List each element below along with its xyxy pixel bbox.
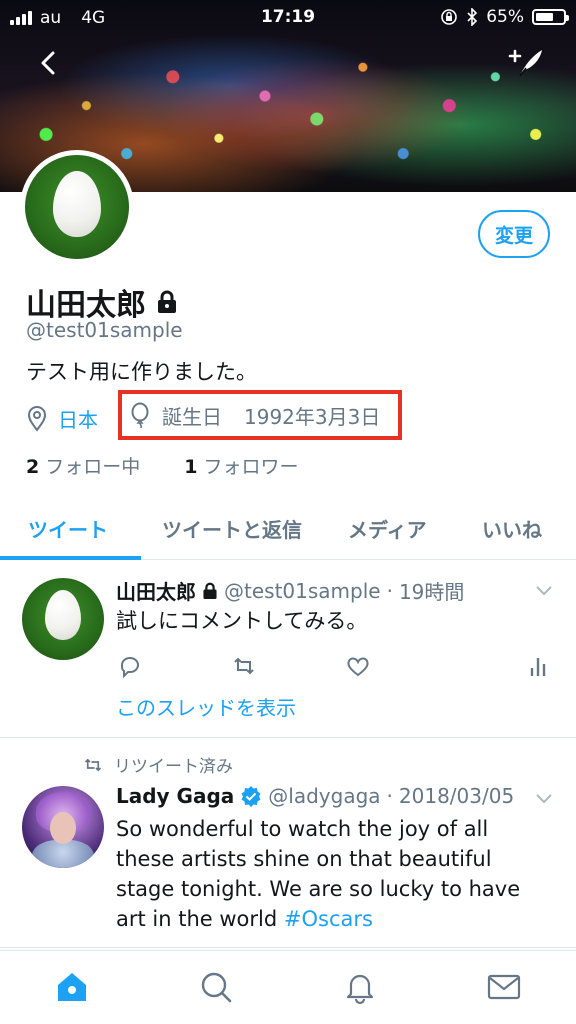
tweet-time: 19時間 <box>398 580 465 604</box>
tweet-avatar[interactable] <box>22 786 104 868</box>
follow-stats: 2 フォロー中 1 フォロワー <box>26 452 299 479</box>
tweet-text: So wonderful to watch the joy of all the… <box>116 814 556 934</box>
tweet-text-line: So wonderful to watch the joy of all <box>116 817 489 841</box>
orientation-lock-icon <box>441 9 458 25</box>
tweet-author-handle: @test01sample <box>224 578 381 603</box>
profile-avatar[interactable] <box>20 150 134 264</box>
following-count: 2 <box>26 456 40 478</box>
bottom-tab-bar <box>0 950 576 1024</box>
tweet-separator: · <box>386 578 393 603</box>
tweet-author-handle: @ladygaga <box>268 784 381 808</box>
hashtag-link[interactable]: #Oscars <box>284 907 373 931</box>
tab-tweets-and-replies[interactable]: ツイートと返信 <box>162 514 302 543</box>
status-bar: au 4G 17:19 65% <box>0 0 576 36</box>
egg-image <box>45 590 81 640</box>
following-link[interactable]: 2 フォロー中 <box>26 452 140 479</box>
tweet-text-line: art in the world <box>116 907 284 931</box>
protected-lock-icon <box>203 582 217 599</box>
tweet-item[interactable]: リツイート済み Lady Gaga @ladygaga · 2018/03/05… <box>0 740 576 948</box>
avatar-face <box>50 812 76 844</box>
battery-icon <box>532 9 569 25</box>
followers-label: フォロワー <box>203 456 299 478</box>
followers-count: 1 <box>184 456 198 478</box>
tab-media[interactable]: メディア <box>348 514 427 543</box>
profile-tabs: ツイート ツイートと返信 メディア いいね <box>0 500 576 560</box>
tweet-author-name: 山田太郎 <box>116 580 196 604</box>
edit-profile-button[interactable]: 変更 <box>478 210 550 258</box>
tweet-text-line: these artists shine on that beautiful <box>116 847 492 871</box>
location: 日本 <box>26 404 98 433</box>
retweeted-label: リツイート済み <box>114 757 233 777</box>
active-tab-indicator <box>0 556 141 560</box>
tweet-actions <box>116 652 556 680</box>
tweet-time: 2018/03/05 <box>398 784 515 808</box>
battery-percent: 65% <box>486 7 524 27</box>
location-pin-icon <box>27 405 47 432</box>
tweet-separator: · <box>386 784 393 808</box>
like-heart-icon[interactable] <box>344 652 372 680</box>
bluetooth-icon <box>467 8 478 26</box>
retweeted-indicator: リツイート済み <box>82 752 233 777</box>
status-right: 65% <box>440 7 569 27</box>
protected-lock-icon <box>158 290 176 313</box>
birthday-highlight-box: 誕生日 1992年3月3日 <box>118 390 402 440</box>
followers-link[interactable]: 1 フォロワー <box>184 452 298 479</box>
tweet-text: 試しにコメントしてみる。 <box>116 609 368 633</box>
show-thread-link[interactable]: このスレッドを表示 <box>116 692 296 721</box>
egg-image <box>53 171 101 237</box>
reply-icon[interactable] <box>116 652 144 680</box>
balloon-icon <box>131 402 149 428</box>
battery-level <box>536 13 553 21</box>
analytics-icon[interactable] <box>524 652 552 680</box>
profile-handle: @test01sample <box>26 318 183 342</box>
search-icon[interactable] <box>198 969 234 1005</box>
back-arrow-icon[interactable] <box>34 48 64 78</box>
retweet-icon[interactable] <box>230 652 258 680</box>
avatar-dress <box>32 840 94 868</box>
tweet-text-line-last: art in the world #Oscars <box>116 904 556 934</box>
birthday-label: 誕生日 <box>162 404 222 429</box>
birthday-value: 1992年3月3日 <box>244 404 381 429</box>
location-link[interactable]: 日本 <box>58 404 98 433</box>
tweet-text-line: stage tonight. We are so lucky to have <box>116 877 521 901</box>
chevron-down-icon[interactable] <box>534 584 554 598</box>
home-icon[interactable] <box>54 969 90 1005</box>
tweet-header: Lady Gaga @ladygaga · 2018/03/05 <box>116 784 514 808</box>
profile-bio: テスト用に作りました。 <box>26 360 257 384</box>
profile-meta-row: 日本 <box>26 404 98 433</box>
notifications-bell-icon[interactable] <box>342 969 378 1005</box>
compose-tweet-icon[interactable] <box>506 46 546 80</box>
tab-tweets[interactable]: ツイート <box>28 514 108 543</box>
tweet-author-name: Lady Gaga <box>116 784 235 808</box>
tweet-header: 山田太郎 @test01sample · 19時間 <box>116 576 464 605</box>
verified-badge-icon <box>241 786 261 807</box>
tab-likes[interactable]: いいね <box>482 514 542 543</box>
retweet-icon <box>84 758 102 771</box>
tweet-item[interactable]: 山田太郎 @test01sample · 19時間 試しにコメントしてみる。 こ… <box>0 562 576 738</box>
chevron-down-icon[interactable] <box>534 792 554 806</box>
tweet-avatar[interactable] <box>22 578 104 660</box>
messages-envelope-icon[interactable] <box>486 969 522 1005</box>
following-label: フォロー中 <box>45 456 141 478</box>
